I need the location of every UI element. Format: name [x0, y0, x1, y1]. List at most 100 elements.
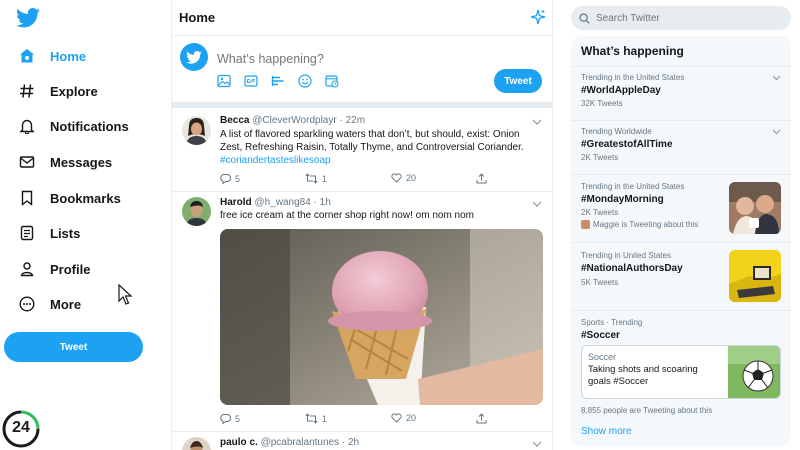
page-title: Home: [179, 10, 216, 25]
trend-tag: #GreatestofAllTime: [581, 139, 673, 150]
tweet-author-name[interactable]: Harold: [220, 197, 252, 208]
bookmark-icon: [18, 189, 36, 207]
nav-label: Home: [50, 48, 87, 64]
share-button[interactable]: [476, 173, 487, 184]
search-bar[interactable]: [571, 6, 791, 30]
reply-icon: [220, 174, 231, 184]
avatar[interactable]: [182, 437, 211, 450]
nav-item-notifications[interactable]: Notifications: [18, 114, 129, 138]
twitter-logo-icon[interactable]: [16, 8, 40, 28]
tweet-body: free ice cream at the corner shop right …: [220, 210, 475, 221]
tweet-handle-time: @h_wang84 · 1h: [254, 197, 331, 208]
search-input[interactable]: [596, 12, 766, 24]
mouse-cursor-icon: [118, 284, 133, 305]
nav-item-profile[interactable]: Profile: [18, 257, 90, 281]
retweet-button[interactable]: 1: [305, 413, 327, 424]
share-button[interactable]: [476, 413, 487, 424]
compose-box: Tweet: [172, 36, 552, 102]
card-thumbnail: [728, 346, 780, 398]
schedule-icon[interactable]: [325, 74, 339, 88]
chevron-down-icon[interactable]: [532, 119, 542, 125]
tweet-header: paulo c. @pcabralantunes · 2h: [220, 437, 359, 448]
tweet-body: A list of flavored sparkling waters that…: [220, 129, 524, 153]
trend-item[interactable]: Trending in United States #NationalAutho…: [571, 242, 791, 310]
avatar[interactable]: [182, 197, 211, 226]
share-icon: [476, 413, 487, 424]
bell-icon: [18, 117, 36, 135]
trend-tag: #Soccer: [581, 330, 620, 341]
retweet-count: 1: [322, 173, 328, 184]
channel-badge: 24: [2, 410, 40, 448]
nav-label: Lists: [50, 225, 81, 241]
trend-item[interactable]: Sports · Trending #Soccer Soccer Taking …: [571, 310, 791, 415]
emoji-icon[interactable]: [298, 74, 312, 88]
heart-icon: [391, 413, 402, 423]
chevron-down-icon[interactable]: [772, 75, 781, 81]
timeline-column: Home Tweet Becca @Cl: [171, 0, 553, 450]
like-button[interactable]: 20: [391, 173, 416, 183]
like-button[interactable]: 20: [391, 413, 416, 423]
reply-button[interactable]: 5: [220, 173, 240, 184]
avatar: [581, 220, 590, 229]
nav-label: Bookmarks: [50, 190, 121, 206]
nav-item-messages[interactable]: Messages: [18, 150, 112, 174]
trend-thumbnail: [729, 250, 781, 302]
nav-item-more[interactable]: More: [18, 292, 81, 316]
retweet-icon: [305, 413, 318, 424]
tweet-handle-time: @pcabralantunes · 2h: [260, 437, 360, 448]
tweet-actions: 5 1 20: [220, 173, 500, 185]
list-icon: [18, 224, 36, 242]
reply-count: 5: [235, 173, 241, 184]
envelope-icon: [18, 153, 36, 171]
tweet-actions: 5 1 20: [220, 413, 500, 425]
gif-icon[interactable]: [244, 74, 258, 88]
card-category: Soccer: [588, 352, 617, 362]
nav-item-lists[interactable]: Lists: [18, 221, 80, 245]
search-icon: [579, 12, 590, 24]
trend-count: 8,855 people are Tweeting about this: [581, 406, 713, 415]
show-more-link[interactable]: Show more: [581, 426, 632, 437]
nav-item-explore[interactable]: Explore: [18, 79, 98, 103]
tweet-author-name[interactable]: paulo c.: [220, 437, 258, 448]
hashtag-link[interactable]: #coriandertasteslikesoap: [220, 155, 331, 166]
nav-label: Profile: [50, 261, 91, 277]
chevron-down-icon[interactable]: [532, 441, 542, 447]
retweet-button[interactable]: 1: [305, 173, 327, 184]
trend-tag: #NationalAuthorsDay: [581, 263, 683, 274]
tweet-becca[interactable]: Becca @CleverWordplayr · 22m A list of f…: [172, 108, 552, 192]
tweet-button[interactable]: Tweet: [4, 332, 143, 362]
nav-label: Notifications: [50, 118, 129, 134]
image-icon[interactable]: [217, 74, 231, 88]
chevron-down-icon[interactable]: [532, 201, 542, 207]
more-circle-icon: [18, 295, 36, 313]
tweet-paulo[interactable]: paulo c. @pcabralantunes · 2h: [172, 432, 552, 450]
trend-meta: Trending in the United States: [581, 73, 685, 82]
tweet-harold[interactable]: Harold @h_wang84 · 1h free ice cream at …: [172, 192, 552, 432]
compose-input[interactable]: [217, 52, 417, 66]
poll-icon[interactable]: [271, 74, 285, 88]
trend-thumbnail: [729, 182, 781, 234]
heart-icon: [391, 173, 402, 183]
reply-count: 5: [235, 413, 241, 424]
timeline-header: Home: [172, 0, 552, 36]
card-text: Taking shots and scoaring goals #Soccer: [588, 364, 698, 387]
tweet-text: free ice cream at the corner shop right …: [220, 209, 540, 222]
avatar: [180, 43, 208, 71]
trend-tag: #WorldAppleDay: [581, 85, 661, 96]
reply-button[interactable]: 5: [220, 413, 240, 424]
reply-icon: [220, 414, 231, 424]
trend-item[interactable]: Trending in the United States #WorldAppl…: [571, 66, 791, 120]
trend-news-card[interactable]: Soccer Taking shots and scoaring goals #…: [581, 345, 781, 399]
trends-title: What’s happening: [581, 44, 684, 58]
trend-item[interactable]: Trending in the United States #MondayMor…: [571, 174, 791, 242]
chevron-down-icon[interactable]: [772, 129, 781, 135]
avatar[interactable]: [182, 116, 211, 145]
tweet-author-name[interactable]: Becca: [220, 115, 249, 126]
compose-tweet-button[interactable]: Tweet: [494, 69, 542, 93]
tweet-photo-ice-cream[interactable]: [220, 229, 543, 405]
trend-item[interactable]: Trending Worldwide #GreatestofAllTime 2K…: [571, 120, 791, 174]
trend-tag: #MondayMorning: [581, 194, 664, 205]
nav-item-bookmarks[interactable]: Bookmarks: [18, 186, 121, 210]
nav-item-home[interactable]: Home: [18, 44, 86, 68]
sparkle-icon[interactable]: [530, 9, 546, 25]
